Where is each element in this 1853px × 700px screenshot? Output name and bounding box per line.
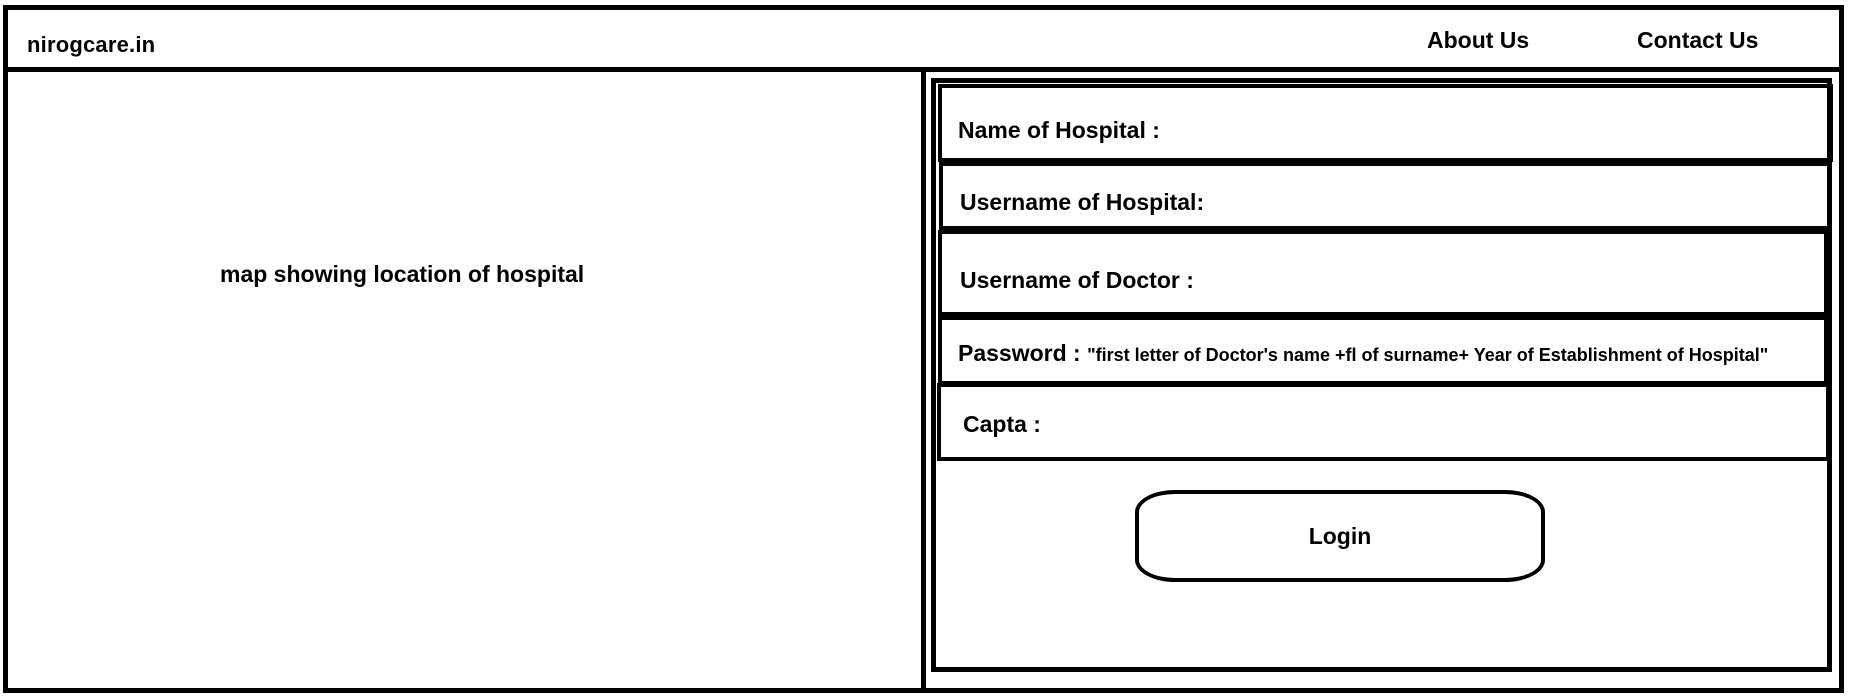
panel-divider: [921, 72, 926, 688]
top-nav-bar: nirogcare.in About Us Contact Us: [3, 5, 1844, 72]
hospital-name-field[interactable]: Name of Hospital :: [938, 84, 1833, 162]
brand-logo-text[interactable]: nirogcare.in: [27, 32, 155, 58]
nav-about-us-link[interactable]: About Us: [1427, 27, 1529, 54]
password-hint-text: "first letter of Doctor's name +fl of su…: [1087, 345, 1769, 365]
login-button[interactable]: Login: [1135, 490, 1545, 582]
map-placeholder-label: map showing location of hospital: [220, 261, 585, 287]
hospital-username-label: Username of Hospital:: [960, 189, 1205, 215]
doctor-username-field[interactable]: Username of Doctor :: [938, 230, 1828, 316]
hospital-name-label: Name of Hospital :: [958, 117, 1160, 143]
password-field[interactable]: Password : "first letter of Doctor's nam…: [938, 316, 1828, 385]
captcha-label: Capta :: [963, 411, 1041, 437]
doctor-username-label: Username of Doctor :: [960, 267, 1194, 293]
password-label: Password : "first letter of Doctor's nam…: [958, 340, 1768, 367]
nav-contact-us-link[interactable]: Contact Us: [1637, 27, 1758, 54]
map-panel[interactable]: map showing location of hospital: [8, 72, 926, 688]
password-label-text: Password :: [958, 340, 1081, 366]
hospital-username-field[interactable]: Username of Hospital:: [939, 162, 1831, 230]
captcha-field[interactable]: Capta :: [937, 383, 1830, 461]
